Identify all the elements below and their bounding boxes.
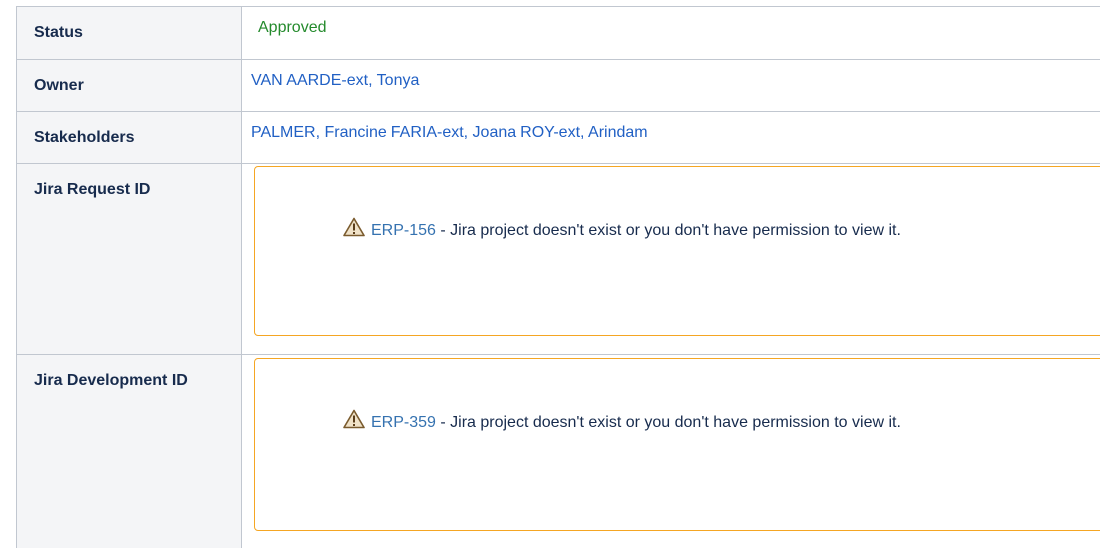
jira-development-value-cell: ERP-359 - Jira project doesn't exist or … — [241, 354, 1100, 548]
stakeholder-user-link[interactable]: FARIA-ext, Joana — [391, 124, 516, 141]
owner-label: Owner — [34, 77, 84, 94]
row-stakeholders: Stakeholders PALMER, Francine FARIA-ext, … — [16, 111, 1100, 164]
properties-table: Status Approved Owner VAN AARDE-ext, Ton… — [16, 6, 1100, 548]
jira-issue-link[interactable]: ERP-156 — [371, 222, 436, 239]
warning-triangle-icon — [343, 409, 365, 429]
jira-issue-error-box: ERP-359 - Jira project doesn't exist or … — [254, 358, 1100, 531]
jira-error-text: - Jira project doesn't exist or you don'… — [435, 414, 901, 431]
row-owner: Owner VAN AARDE-ext, Tonya — [16, 59, 1100, 112]
stakeholders-label: Stakeholders — [34, 129, 135, 146]
page-properties: Status Approved Owner VAN AARDE-ext, Ton… — [0, 0, 1100, 548]
warning-triangle-icon — [343, 217, 365, 237]
status-value-cell: Approved — [241, 6, 1100, 60]
row-jira-development: Jira Development ID ERP-359 - Jira proje… — [16, 354, 1100, 548]
row-jira-request: Jira Request ID ERP-156 - Jira project d… — [16, 163, 1100, 355]
jira-request-value-cell: ERP-156 - Jira project doesn't exist or … — [241, 163, 1100, 355]
stakeholder-user-link[interactable]: ROY-ext, Arindam — [520, 124, 647, 141]
jira-error-text: - Jira project doesn't exist or you don'… — [435, 222, 901, 239]
stakeholder-user-link[interactable]: PALMER, Francine — [251, 124, 387, 141]
owner-value-cell: VAN AARDE-ext, Tonya — [241, 59, 1100, 112]
stakeholders-value-cell: PALMER, Francine FARIA-ext, Joana ROY-ext,… — [241, 111, 1100, 164]
owner-label-cell: Owner — [16, 59, 242, 112]
row-status: Status Approved — [16, 6, 1100, 60]
jira-development-label: Jira Development ID — [34, 372, 188, 389]
stakeholders-label-cell: Stakeholders — [16, 111, 242, 164]
jira-development-label-cell: Jira Development ID — [16, 354, 242, 548]
jira-issue-error-box: ERP-156 - Jira project doesn't exist or … — [254, 166, 1100, 336]
owner-user-link[interactable]: VAN AARDE-ext, Tonya — [251, 72, 419, 89]
jira-error-message: ERP-359 - Jira project doesn't exist or … — [343, 405, 1100, 441]
jira-issue-link[interactable]: ERP-359 — [371, 414, 436, 431]
jira-request-label: Jira Request ID — [34, 181, 151, 198]
jira-request-label-cell: Jira Request ID — [16, 163, 242, 355]
jira-error-message: ERP-156 - Jira project doesn't exist or … — [343, 213, 1100, 249]
status-badge: Approved — [258, 19, 327, 36]
status-label-cell: Status — [16, 6, 242, 60]
status-label: Status — [34, 24, 83, 41]
